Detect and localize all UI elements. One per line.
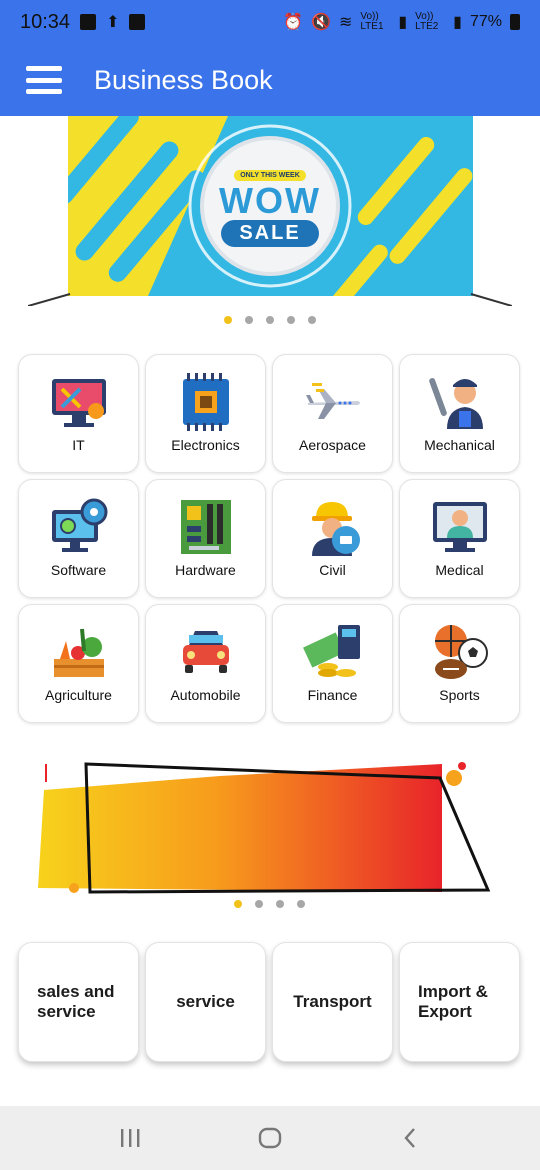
category-tile-mechanical[interactable]: Mechanical [399,354,520,473]
motherboard-icon [175,496,237,558]
upload-notification-icon: ⬆ [106,14,120,31]
category-label: Medical [435,562,484,578]
signal-icon: ▮ [453,14,462,31]
page-dot[interactable] [255,900,263,908]
service-card[interactable]: sales and service [18,942,139,1062]
banner-sale-button: SALE [221,220,319,247]
lte2-label: Vo)) LTE2 [415,11,439,32]
category-label: Mechanical [424,437,495,453]
page-dot[interactable] [224,316,232,324]
page-dot[interactable] [266,316,274,324]
app-title: Business Book [94,64,273,95]
service-card[interactable]: Transport [272,942,393,1062]
back-icon[interactable] [390,1118,430,1158]
category-tile-hardware[interactable]: Hardware [145,479,266,598]
category-grid: IT Electronics Aerospace Mechanical Software… [18,354,522,723]
battery-percent: 77% [469,13,502,30]
system-nav-bar [0,1106,540,1170]
sale-badge: ONLY THIS WEEK WOW SALE [210,164,330,247]
category-tile-agriculture[interactable]: Agriculture [18,604,139,723]
software-icon [48,496,110,558]
airplane-icon [302,371,364,433]
page-dot[interactable] [276,900,284,908]
gradient-banner-image [38,762,491,894]
app-bar: Business Book [0,44,540,116]
status-time: 10:34 [20,10,71,33]
alarm-icon: ⏰ [283,14,304,31]
category-label: Electronics [171,437,240,453]
service-label: Import & Export [418,982,488,1021]
promo-banner-gradient[interactable] [30,756,510,896]
category-tile-automobile[interactable]: Automobile [145,604,266,723]
page-dot[interactable] [245,316,253,324]
chip-icon [175,371,237,433]
service-label: service [176,992,235,1011]
recent-apps-icon[interactable] [110,1118,150,1158]
mechanic-icon [428,371,491,433]
doctor-icon [429,496,491,558]
service-card[interactable]: Import & Export [399,942,520,1062]
category-tile-software[interactable]: Software [18,479,139,598]
category-label: Sports [439,687,480,703]
category-tile-it[interactable]: IT [18,354,139,473]
page-dot[interactable] [234,900,242,908]
app-notification-icon [129,14,146,30]
app-root: 10:34 ⬆ ⏰ 🔇 ≋ Vo)) LTE1 ▮ Vo)) LTE2 ▮ 77… [0,0,540,1170]
money-icon [302,621,364,683]
category-label: Aerospace [299,437,366,453]
page-dot[interactable] [287,316,295,324]
category-label: Civil [319,562,346,578]
category-label: Agriculture [45,687,112,703]
category-label: Finance [307,687,358,703]
banner1-page-indicator [224,316,316,324]
home-icon[interactable] [250,1118,290,1158]
category-label: IT [72,437,85,453]
page-dot[interactable] [297,900,305,908]
banner-headline: WOW [219,180,321,221]
gallery-notification-icon [80,14,97,30]
service-card[interactable]: service [145,942,266,1062]
balls-icon [429,621,491,683]
category-tile-civil[interactable]: Civil [272,479,393,598]
category-label: Hardware [175,562,236,578]
category-label: Automobile [170,687,241,703]
signal-icon: ▮ [398,14,408,31]
category-tile-finance[interactable]: Finance [272,604,393,723]
status-bar: 10:34 ⬆ ⏰ 🔇 ≋ Vo)) LTE1 ▮ Vo)) LTE2 ▮ 77… [0,0,540,44]
lte1-label: Vo)) LTE1 [360,11,384,32]
banner2-page-indicator [234,900,305,908]
it-icon [48,371,110,433]
mute-icon: 🔇 [311,14,331,31]
service-cards: sales and service service Transport Import … [18,942,522,1062]
category-tile-sports[interactable]: Sports [399,604,520,723]
menu-icon[interactable] [26,66,62,94]
category-label: Software [50,562,107,578]
promo-banner-sale[interactable]: ONLY THIS WEEK WOW SALE [27,116,513,307]
car-icon [175,621,237,683]
category-tile-aerospace[interactable]: Aerospace [272,354,393,473]
service-label: Transport [293,992,372,1011]
category-tile-medical[interactable]: Medical [399,479,520,598]
wifi-icon: ≋ [338,14,353,31]
battery-icon [510,14,520,30]
engineer-icon [302,496,364,558]
service-label: sales and service [37,982,115,1021]
page-dot[interactable] [308,316,316,324]
vegetables-icon [48,621,110,683]
category-tile-electronics[interactable]: Electronics [145,354,266,473]
